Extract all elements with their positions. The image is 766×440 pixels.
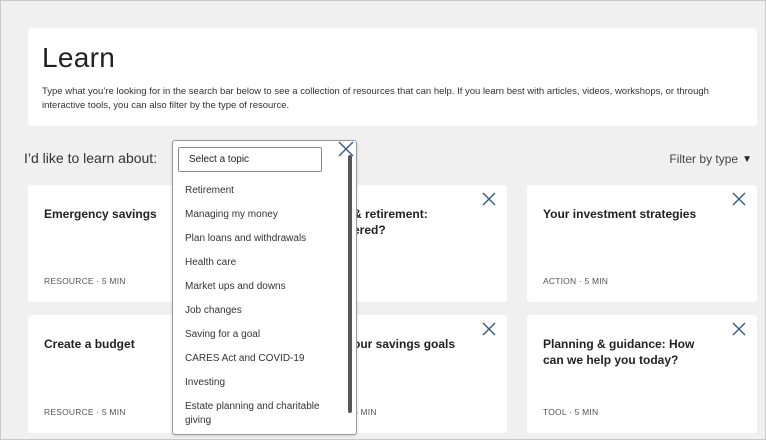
topic-dropdown[interactable]: Select a topic Retirement Managing my mo… — [172, 140, 357, 435]
page-description: Type what you’re looking for in the sear… — [42, 86, 709, 111]
topic-option[interactable]: Plan loans and withdrawals — [185, 232, 345, 256]
card-meta: RESOURCE · 5 MIN — [44, 407, 126, 417]
card-title: & retirement: ered? — [353, 207, 428, 237]
card-meta: TOOL · 5 MIN — [543, 407, 599, 417]
topic-select-input[interactable]: Select a topic — [178, 147, 322, 172]
resource-card[interactable]: our savings goals 5 MIN — [345, 315, 507, 433]
topic-option[interactable]: Job changes — [185, 304, 345, 328]
close-icon[interactable] — [336, 139, 356, 159]
topic-option[interactable]: CARES Act and COVID-19 — [185, 352, 345, 376]
resource-card[interactable]: Emergency savings RESOURCE · 5 MIN — [28, 185, 178, 302]
card-title: Emergency savings — [44, 207, 157, 221]
resource-card[interactable]: Create a budget RESOURCE · 5 MIN — [28, 315, 178, 433]
close-icon[interactable] — [481, 191, 497, 207]
card-title: Planning & guidance: How can we help you… — [543, 337, 695, 367]
page-title: Learn — [42, 42, 116, 73]
filter-label: Filter by type — [669, 152, 739, 166]
topic-option[interactable]: Retirement — [185, 184, 345, 208]
caret-down-icon: ▼ — [742, 153, 752, 165]
card-meta: ACTION · 5 MIN — [543, 276, 609, 286]
topic-option[interactable]: Health care — [185, 256, 345, 280]
topic-option[interactable]: Estate planning and charitable giving — [185, 400, 345, 430]
close-icon[interactable] — [731, 191, 747, 207]
topic-option[interactable]: Market ups and downs — [185, 280, 345, 304]
learn-header-card: Learn Type what you’re looking for in th… — [28, 28, 757, 126]
resource-card[interactable]: & retirement: ered? — [345, 185, 507, 302]
dropdown-scrollbar[interactable] — [348, 155, 352, 413]
close-icon[interactable] — [481, 321, 497, 337]
card-meta: RESOURCE · 5 MIN — [44, 276, 126, 286]
topic-option[interactable]: Managing my money — [185, 208, 345, 232]
card-title: our savings goals — [353, 337, 456, 351]
close-icon[interactable] — [731, 321, 747, 337]
resource-card[interactable]: Planning & guidance: How can we help you… — [527, 315, 757, 433]
card-title: Your investment strategies — [543, 207, 697, 221]
topic-label: I’d like to learn about: — [24, 150, 158, 166]
topic-option[interactable]: Investing — [185, 376, 345, 400]
card-title: Create a budget — [44, 337, 135, 351]
topic-options-list: Retirement Managing my money Plan loans … — [185, 184, 345, 430]
filter-by-type-button[interactable]: Filter by type ▼ — [669, 152, 752, 166]
resource-card[interactable]: Your investment strategies ACTION · 5 MI… — [527, 185, 757, 302]
topic-option[interactable]: Saving for a goal — [185, 328, 345, 352]
